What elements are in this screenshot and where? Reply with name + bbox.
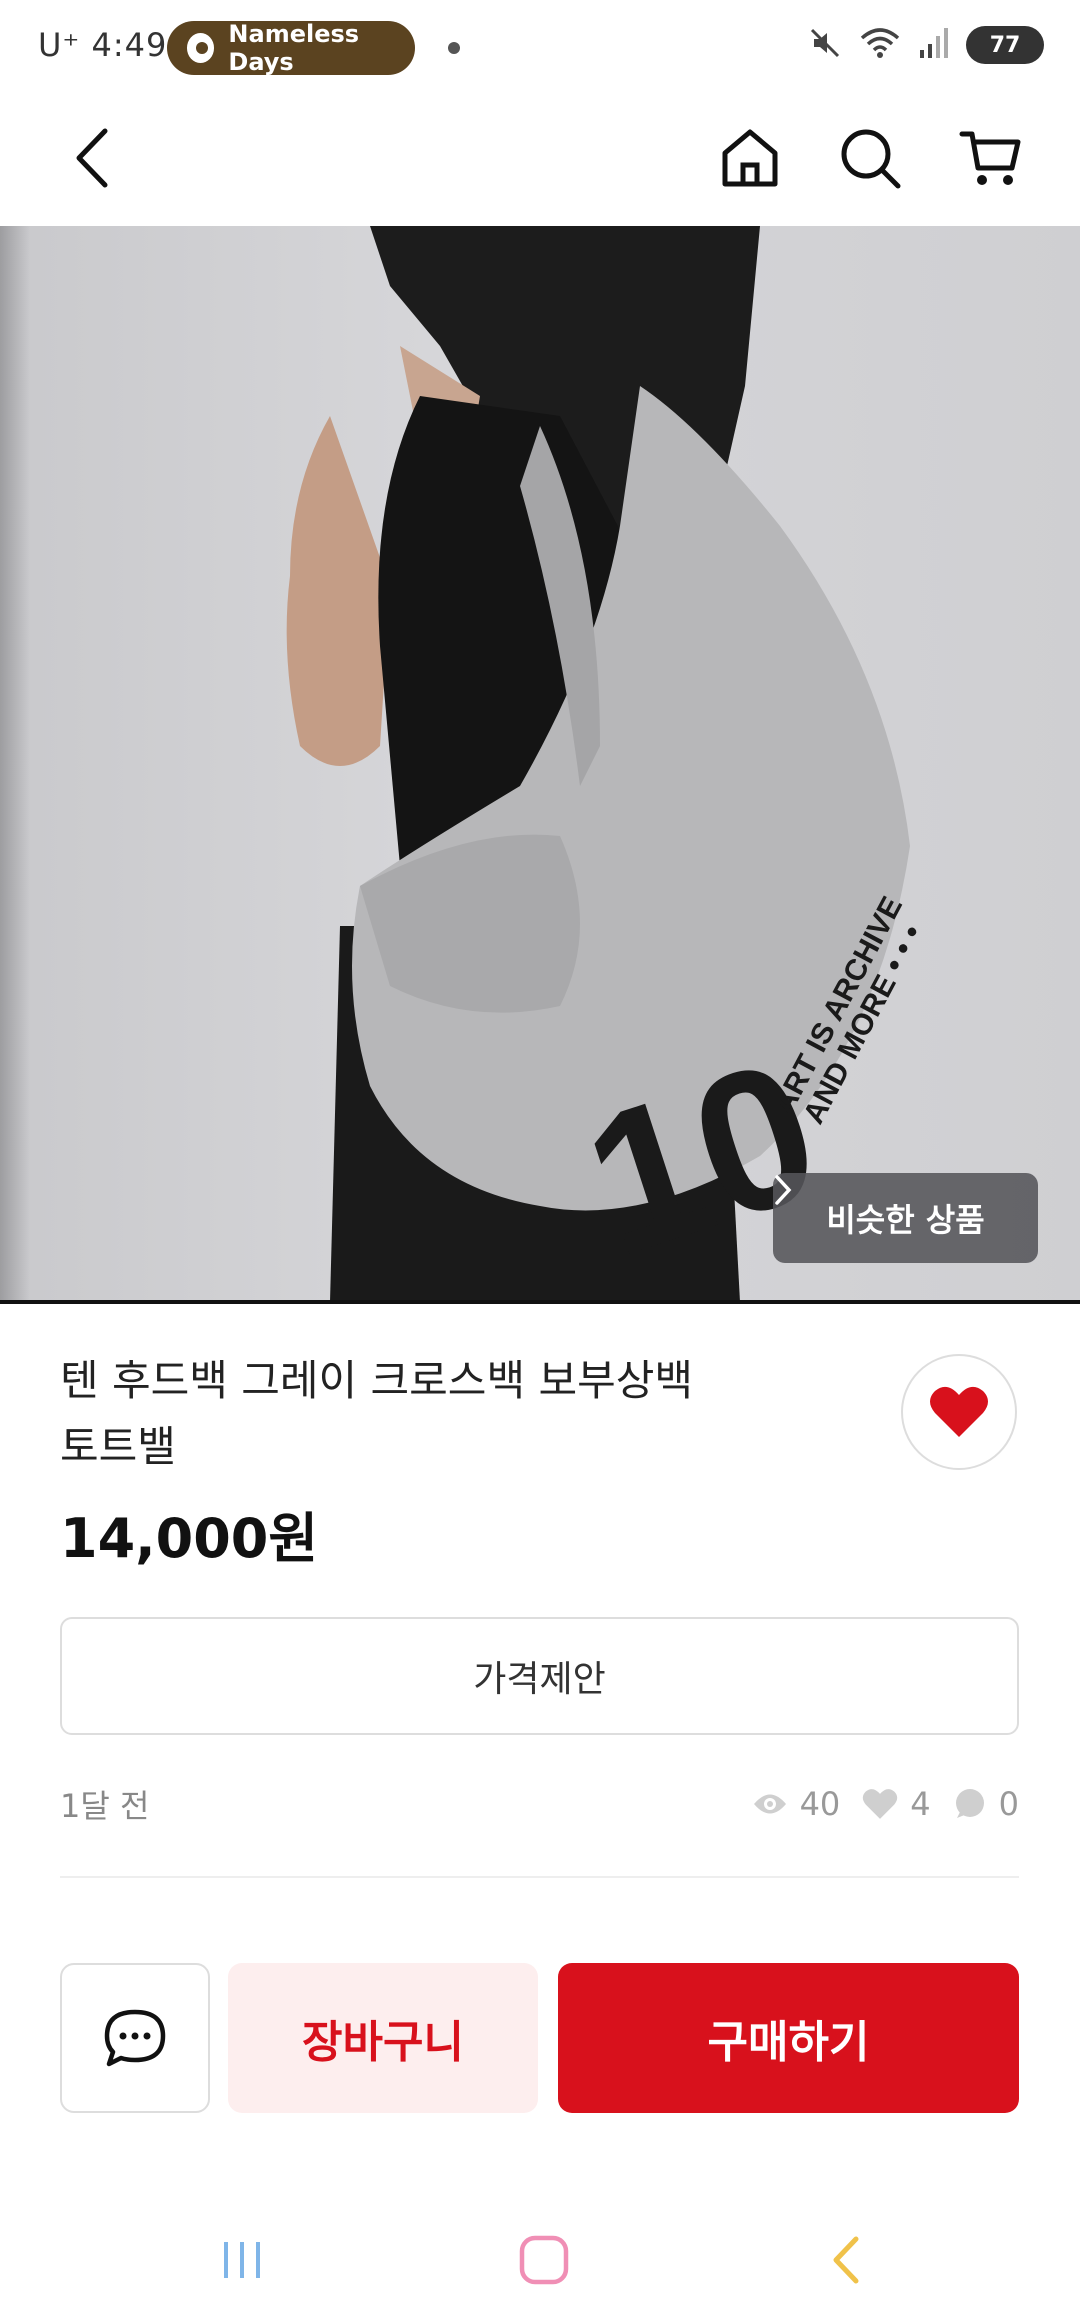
product-photo-illustration: 10 ART IS ARCHIVE AND MORE • • • (286, 226, 929, 1302)
cart-icon (959, 131, 1021, 185)
recent-apps-button[interactable] (202, 2220, 282, 2300)
similar-products-label: 비슷한 상품 (826, 1201, 985, 1239)
product-title-line2: 토트밸 (60, 1422, 176, 1471)
chats-stat: 0 (953, 1785, 1019, 1823)
app-pill-label: Nameless Days (228, 20, 360, 76)
battery-icon: 77 (966, 26, 1044, 64)
search-icon (841, 129, 901, 189)
price-offer-label: 가격제안 (473, 1659, 606, 1700)
cart-button[interactable] (950, 118, 1030, 198)
eye-icon (753, 1794, 786, 1814)
similar-products-button[interactable]: 비슷한 상품 (773, 1173, 1038, 1263)
like-button[interactable] (901, 1354, 1017, 1470)
product-title: 텐 후드백 그레이 크로스백 보부상백 토트밸 (60, 1348, 780, 1480)
search-button[interactable] (830, 118, 910, 198)
carrier-time: U⁺ 4:49 (38, 26, 168, 64)
views-count: 40 (799, 1785, 841, 1823)
add-to-cart-label: 장바구니 (302, 2017, 464, 2068)
status-icons: 77 (808, 26, 1044, 64)
system-home-button[interactable] (504, 2220, 584, 2300)
chevron-right-icon (775, 1175, 792, 1205)
views-stat: 40 (752, 1785, 841, 1823)
top-nav (0, 96, 1080, 226)
chevron-left-icon (76, 128, 108, 188)
product-image[interactable]: 10 ART IS ARCHIVE AND MORE • • • 비슷한 상품 (0, 226, 1080, 1302)
likes-stat: 4 (862, 1785, 931, 1823)
image-bottom-border (0, 1300, 1080, 1304)
chat-bubble-icon (104, 2009, 166, 2067)
add-to-cart-button[interactable]: 장바구니 (228, 1963, 538, 2113)
price-offer-button[interactable]: 가격제안 (60, 1617, 1019, 1735)
divider (60, 1876, 1019, 1878)
back-button[interactable] (52, 118, 132, 198)
home-button[interactable] (710, 118, 790, 198)
notification-dot-icon (448, 42, 460, 54)
product-stats: 40 4 0 (752, 1785, 1019, 1823)
likes-count: 4 (910, 1785, 931, 1823)
app-notification-pill[interactable]: Nameless Days (167, 20, 415, 76)
buy-button[interactable]: 구매하기 (558, 1963, 1019, 2113)
system-back-button[interactable] (806, 2220, 886, 2300)
product-price: 14,000원 (60, 1507, 319, 1570)
app-logo-icon (187, 33, 215, 63)
system-nav-bar (0, 2200, 1080, 2316)
status-bar: U⁺ 4:49 Nameless Days 77 (0, 0, 1080, 96)
product-meta: 1달 전 40 4 0 (60, 1778, 1019, 1830)
buy-label: 구매하기 (707, 2017, 870, 2068)
heart-icon (930, 1386, 988, 1437)
mute-icon (808, 26, 842, 64)
product-title-line1: 텐 후드백 그레이 크로스백 보부상백 (60, 1356, 694, 1405)
signal-icon (918, 26, 948, 64)
home-icon (722, 129, 778, 187)
system-back-icon (833, 2236, 859, 2284)
chat-button[interactable] (60, 1963, 210, 2113)
posted-time: 1달 전 (60, 1787, 150, 1825)
recent-apps-icon (224, 2242, 260, 2278)
system-home-icon (519, 2235, 569, 2285)
wifi-icon (860, 26, 900, 64)
heart-outline-icon (863, 1789, 898, 1819)
chat-count-icon (955, 1789, 984, 1818)
chats-count: 0 (998, 1785, 1019, 1823)
